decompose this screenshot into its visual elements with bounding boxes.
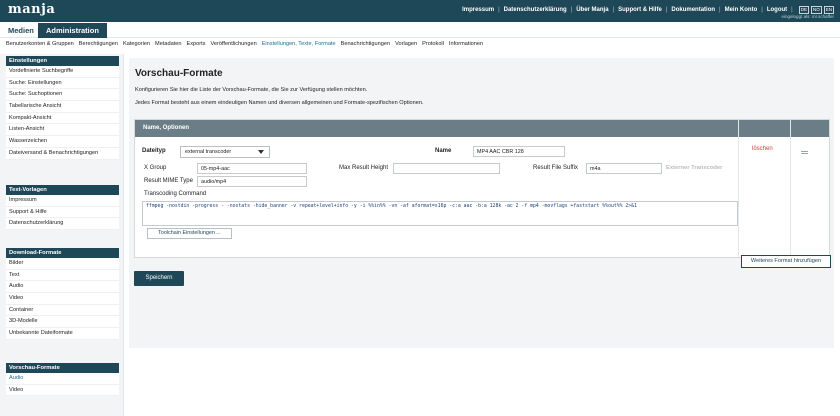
external-transcoder-label: Externer Transcoder [666,165,723,171]
command-label: Transcoding Command [144,191,207,197]
name-input[interactable] [473,146,565,157]
tab-administration[interactable]: Administration [38,23,107,38]
mime-label: Result MIME Type [144,178,193,184]
command-text: ffmpeg -nostdin -progress - -nostats -hi… [146,204,637,209]
sidebar-item[interactable]: Listen-Ansicht [6,124,119,137]
divider [738,120,739,257]
top-nav-mein-konto[interactable]: Mein Konto [725,7,758,13]
format-panel: Name, Optionen Dateityp external transco… [134,119,830,258]
top-nav-impressum[interactable]: Impressum [462,7,494,13]
dateityp-select[interactable]: external transcoder [180,146,270,158]
sidebar-item[interactable]: Audio [6,281,119,294]
format-form: Dateityp external transcoder Name X Grou… [142,145,738,255]
subnav-vorlagen[interactable]: Vorlagen [395,41,417,47]
top-nav-ueber-manja[interactable]: Über Manja [576,7,608,13]
subnav-protokoll[interactable]: Protokoll [422,41,444,47]
top-nav-dokumentation[interactable]: Dokumentation [671,7,715,13]
subnav-benachrichtigungen[interactable]: Benachrichtigungen [341,41,390,47]
dateityp-value: external transcoder [185,149,232,155]
sidebar-item-video[interactable]: Video [6,385,119,397]
sidebar-item-audio[interactable]: Audio [6,373,119,385]
top-nav-datenschutz[interactable]: Datenschutzerklärung [504,7,567,13]
divider [790,120,791,257]
sidebar-item[interactable]: Suche: Einstellungen [6,78,119,90]
page-intro: Konfigurieren Sie hier die Liste der Vor… [135,87,368,93]
sidebar-item[interactable]: Video [6,293,119,305]
separator: | [612,7,615,13]
subnav-metadaten[interactable]: Metadaten [155,41,181,47]
separator: | [791,7,793,13]
sidebar-item[interactable]: Datenschutzerklärung [6,218,119,231]
sidebar-header: Text-Vorlagen [6,185,119,195]
save-button[interactable]: Speichern [134,271,184,286]
sidebar-group-einstellungen: Einstellungen Vordefinierte Suchbegriffe… [6,56,119,160]
sidebar-item[interactable]: Impressum [6,195,119,207]
sidebar-header: Einstellungen [6,56,119,66]
top-nav-logout[interactable]: Logout [767,7,787,13]
separator: | [719,7,721,13]
subnav-informationen[interactable]: Informationen [449,41,483,47]
sidebar-item[interactable]: Unbekannte Dateiformate [6,328,119,340]
top-nav: Impressum | Datenschutzerklärung | Über Ma… [462,6,834,14]
separator: | [498,7,500,13]
separator: | [570,7,573,13]
separator: | [665,7,668,13]
sidebar-item[interactable]: Kompakt-Ansicht [6,113,119,125]
add-format-button[interactable]: Weiteres Format hinzufügen [741,255,831,268]
language-de[interactable]: DE [798,6,809,14]
top-nav-support[interactable]: Support & Hilfe [618,7,662,13]
sidebar-group-vorschau-formate: Vorschau-Formate Audio Video [6,363,119,397]
subnav-exports[interactable]: Exports [186,41,205,47]
sidebar-item[interactable]: 3D-Modelle [6,316,119,329]
language-no[interactable]: NO [810,6,822,14]
sidebar-item[interactable]: Bilder [6,258,119,270]
subnav-benutzerkonten[interactable]: Benutzerkonten & Gruppen [6,41,74,47]
separator: | [761,7,763,13]
subnav-kategorien[interactable]: Kategorien [123,41,150,47]
sidebar: Einstellungen Vordefinierte Suchbegriffe… [0,54,124,416]
subnav-berechtigungen[interactable]: Berechtigungen [79,41,118,47]
delete-link[interactable]: löschen [752,146,773,152]
subnav-veroeffentlichungen[interactable]: Veröffentlichungen [210,41,256,47]
sidebar-item[interactable]: Tabellarische Ansicht [6,101,119,113]
panel-header-label: Name, Optionen [143,125,190,131]
panel-header: Name, Optionen [135,120,829,137]
page-title: Vorschau-Formate [135,68,223,79]
max-height-label: Max Result Height [339,165,389,171]
sidebar-item[interactable]: Wasserzeichen [6,136,119,148]
main-tab-bar: Medien Administration [0,22,840,38]
sidebar-item[interactable]: Text [6,270,119,282]
xgroup-label: X Group [144,165,167,171]
page-intro-2: Jedes Format besteht aus einem eindeutig… [135,100,424,106]
dateityp-label: Dateityp [142,148,166,154]
chevron-down-icon [258,150,264,154]
main-content: Vorschau-Formate Konfigurieren Sie hier … [129,58,834,348]
sidebar-item[interactable]: Dateiversand & Benachrichtigungen [6,148,119,160]
sidebar-header: Vorschau-Formate [6,363,119,373]
top-bar: manja Impressum | Datenschutzerklärung | Ü… [0,0,840,22]
suffix-label: Result File Suffix [533,165,578,171]
xgroup-input[interactable] [197,163,307,174]
sidebar-group-download-formate: Download-Formate Bilder Text Audio Video… [6,248,119,340]
sidebar-group-text-vorlagen: Text-Vorlagen Impressum Support & Hilfe … [6,185,119,231]
name-label: Name [435,148,452,154]
login-info: eingeloggt als: mr.schaffer [781,14,834,19]
sidebar-item[interactable]: Support & Hilfe [6,207,119,219]
subnav-einstellungen[interactable]: Einstellungen, Texte, Formate [262,41,336,47]
mime-input[interactable] [197,176,307,187]
sidebar-item[interactable]: Vordefinierte Suchbegriffe [6,66,119,78]
tab-medien[interactable]: Medien [0,23,42,38]
sidebar-item[interactable]: Container [6,305,119,317]
sidebar-item[interactable]: Suche: Suchoptionen [6,89,119,102]
manja-logo[interactable]: manja [8,2,55,17]
max-height-input[interactable] [393,163,500,174]
command-textarea[interactable]: ffmpeg -nostdin -progress - -nostats -hi… [142,201,738,226]
language-en[interactable]: EN [823,6,834,14]
sidebar-header: Download-Formate [6,248,119,258]
suffix-input[interactable] [586,163,662,174]
toolchain-settings-button[interactable]: Toolchain Einstellungen ... [147,228,232,239]
sub-nav: Benutzerkonten & Gruppen Berechtigungen … [6,41,488,47]
drag-handle-icon[interactable] [801,151,808,154]
